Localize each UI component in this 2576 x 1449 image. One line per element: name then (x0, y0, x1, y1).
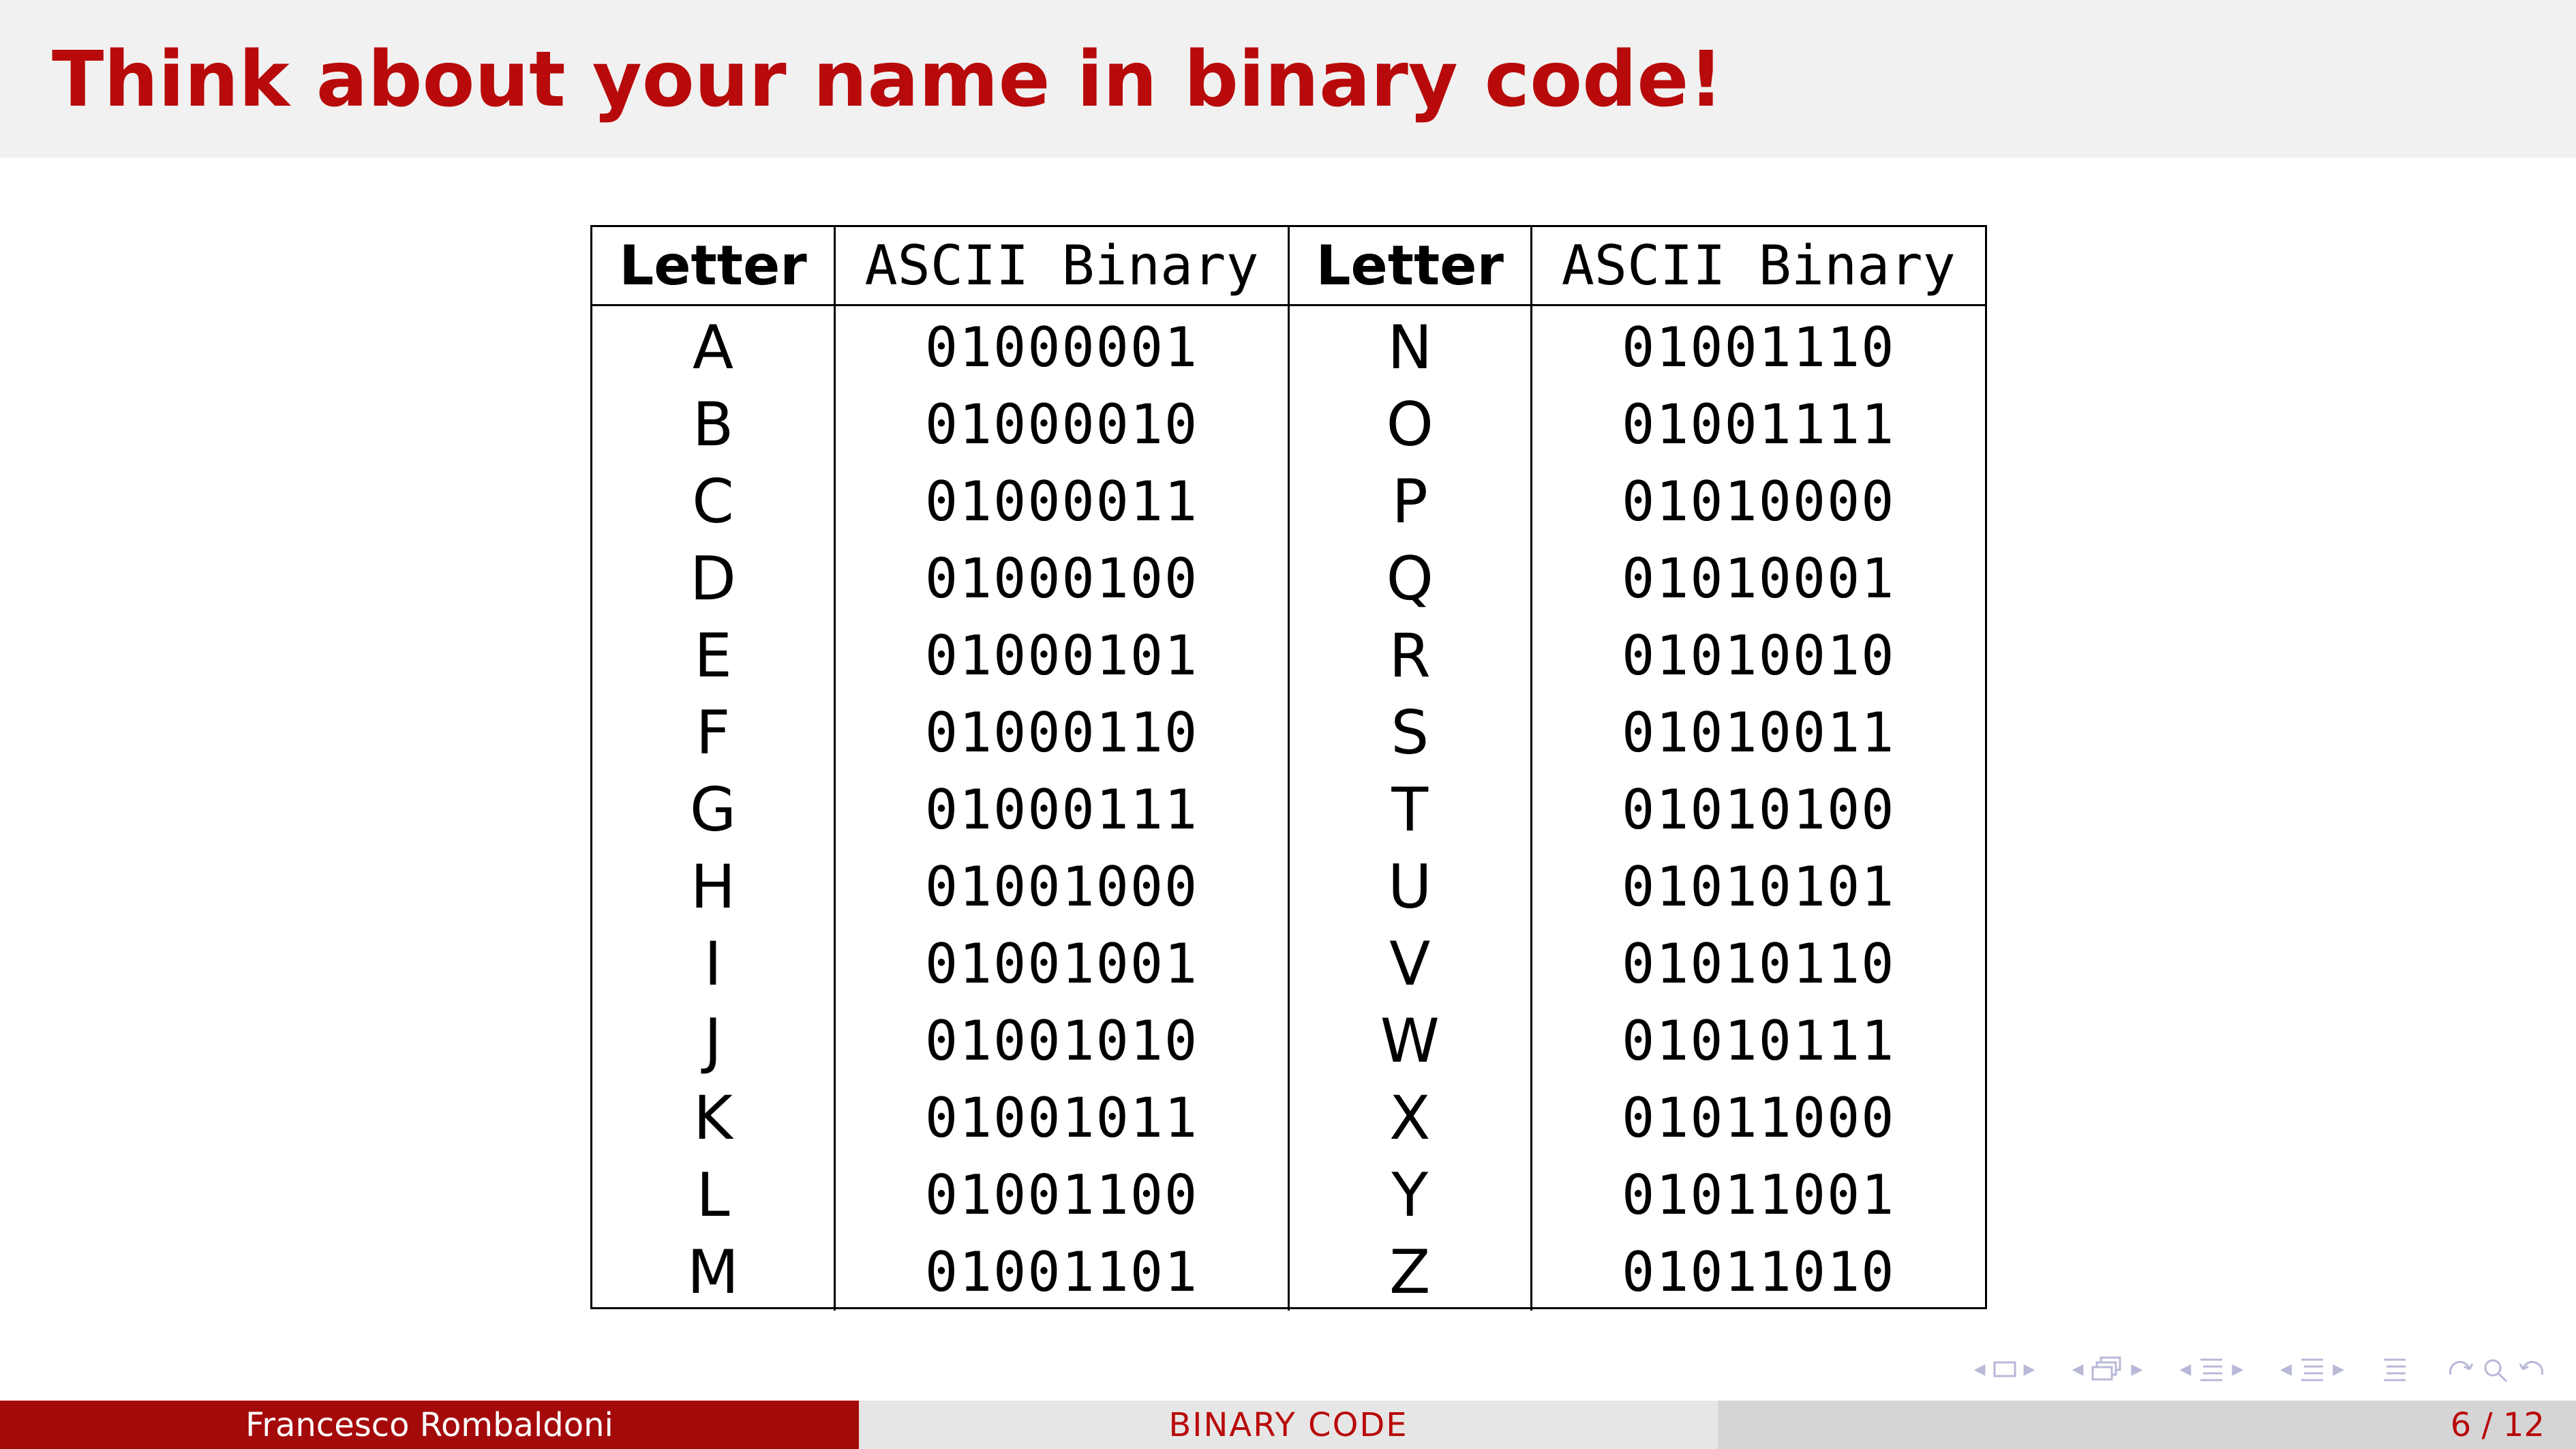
table-row: I 01001001 V 01010110 (592, 925, 1985, 1002)
footer: Francesco Rombaldoni BINARY CODE 6 / 12 (0, 1401, 2576, 1449)
table-header-binary: ASCII Binary (834, 227, 1290, 306)
letter-cell: Q (1288, 540, 1532, 617)
binary-cell: 01010000 (1622, 470, 1896, 533)
letter-cell: X (1288, 1079, 1532, 1156)
letter-cell: B (592, 386, 836, 463)
letter-cell: F (592, 694, 836, 771)
binary-cell: 01010111 (1622, 1009, 1896, 1073)
letter-cell: G (592, 771, 836, 848)
table-header-letter: Letter (592, 227, 836, 306)
letter-cell: H (592, 848, 836, 925)
slide-nav-icon[interactable]: ◀ ▶ (2280, 1356, 2344, 1383)
letter-cell: O (1288, 386, 1532, 463)
footer-short-title: BINARY CODE (859, 1401, 1718, 1449)
binary-cell: 01000101 (834, 617, 1290, 694)
ascii-binary-table: Letter ASCII Binary Letter ASCII Binary … (592, 227, 1985, 1311)
table-row: J 01001010 W 01010111 (592, 1002, 1985, 1079)
letter-cell: U (1288, 848, 1532, 925)
binary-cell: 01001010 (834, 1002, 1290, 1079)
footer-page-number: 6 / 12 (1718, 1401, 2576, 1449)
letter-cell: Y (1288, 1156, 1532, 1234)
letter-cell: R (1288, 617, 1532, 694)
letter-cell: C (592, 463, 836, 540)
binary-cell: 01001101 (834, 1234, 1290, 1311)
table-row: B 01000010 O 01001111 (592, 386, 1985, 463)
navigation-bar: ◀ ▶ ◀ ▶ ◀ ▶ ◀ ▶ (1974, 1349, 2547, 1390)
frame-nav-icon[interactable]: ◀ ▶ (1974, 1359, 2035, 1379)
binary-cell: 01000011 (834, 463, 1290, 540)
table-header-letter: Letter (1288, 227, 1532, 306)
letter-cell: K (592, 1079, 836, 1156)
document-nav-icon[interactable] (2381, 1356, 2408, 1383)
letter-cell: M (592, 1234, 836, 1311)
letter-cell: V (1288, 925, 1532, 1002)
table-row: F 01000110 S 01010011 (592, 694, 1985, 771)
table-row: H 01001000 U 01010101 (592, 848, 1985, 925)
table-header-row: Letter ASCII Binary Letter ASCII Binary (592, 227, 1985, 306)
table-row: C 01000011 P 01010000 (592, 463, 1985, 540)
letter-cell: E (592, 617, 836, 694)
letter-cell: J (592, 1002, 836, 1079)
binary-cell: 01010011 (1622, 701, 1896, 764)
table-row: E 01000101 R 01010010 (592, 617, 1985, 694)
letter-cell: Z (1288, 1234, 1532, 1311)
letter-cell: S (1288, 694, 1532, 771)
binary-cell: 01001011 (834, 1079, 1290, 1156)
binary-cell: 01001100 (834, 1156, 1290, 1234)
ascii-table: Letter ASCII Binary Letter ASCII Binary … (590, 225, 1987, 1311)
binary-cell: 01010001 (1622, 547, 1896, 610)
binary-cell: 01011001 (1622, 1163, 1896, 1227)
binary-cell: 01000100 (834, 540, 1290, 617)
table-row: D 01000100 Q 01010001 (592, 540, 1985, 617)
binary-cell: 01000001 (834, 305, 1290, 386)
letter-cell: T (1288, 771, 1532, 848)
binary-cell: 01001001 (834, 925, 1290, 1002)
table-row: G 01000111 T 01010100 (592, 771, 1985, 848)
binary-cell: 01000111 (834, 771, 1290, 848)
search-icon[interactable] (2445, 1354, 2547, 1384)
binary-cell: 01000010 (834, 386, 1290, 463)
table-row: M 01001101 Z 01011010 (592, 1234, 1985, 1311)
table-row: L 01001100 Y 01011001 (592, 1156, 1985, 1234)
binary-cell: 01001110 (1622, 316, 1896, 379)
binary-cell: 01010010 (1622, 624, 1896, 687)
letter-cell: W (1288, 1002, 1532, 1079)
table-header-binary: ASCII Binary (1531, 227, 1985, 306)
binary-cell: 01001000 (834, 848, 1290, 925)
letter-cell: L (592, 1156, 836, 1234)
binary-cell: 01010110 (1622, 932, 1896, 996)
table-row: A 01000001 N 01001110 (592, 305, 1985, 386)
slide-title: Think about your name in binary code! (52, 35, 1724, 124)
binary-cell: 01001111 (1622, 393, 1896, 456)
binary-cell: 01000110 (834, 694, 1290, 771)
binary-cell: 01010101 (1622, 855, 1896, 918)
letter-cell: P (1288, 463, 1532, 540)
binary-cell: 01011010 (1622, 1240, 1896, 1304)
letter-cell: D (592, 540, 836, 617)
table-row: K 01001011 X 01011000 (592, 1079, 1985, 1156)
letter-cell: I (592, 925, 836, 1002)
section-nav-icon[interactable]: ◀ ▶ (2179, 1356, 2243, 1383)
letter-cell: A (592, 305, 836, 386)
title-bar: Think about your name in binary code! (0, 0, 2576, 158)
binary-cell: 01011000 (1622, 1086, 1896, 1150)
binary-cell: 01010100 (1622, 778, 1896, 841)
footer-author: Francesco Rombaldoni (0, 1401, 859, 1449)
subsection-nav-icon[interactable]: ◀ ▶ (2072, 1356, 2142, 1383)
letter-cell: N (1288, 305, 1532, 386)
